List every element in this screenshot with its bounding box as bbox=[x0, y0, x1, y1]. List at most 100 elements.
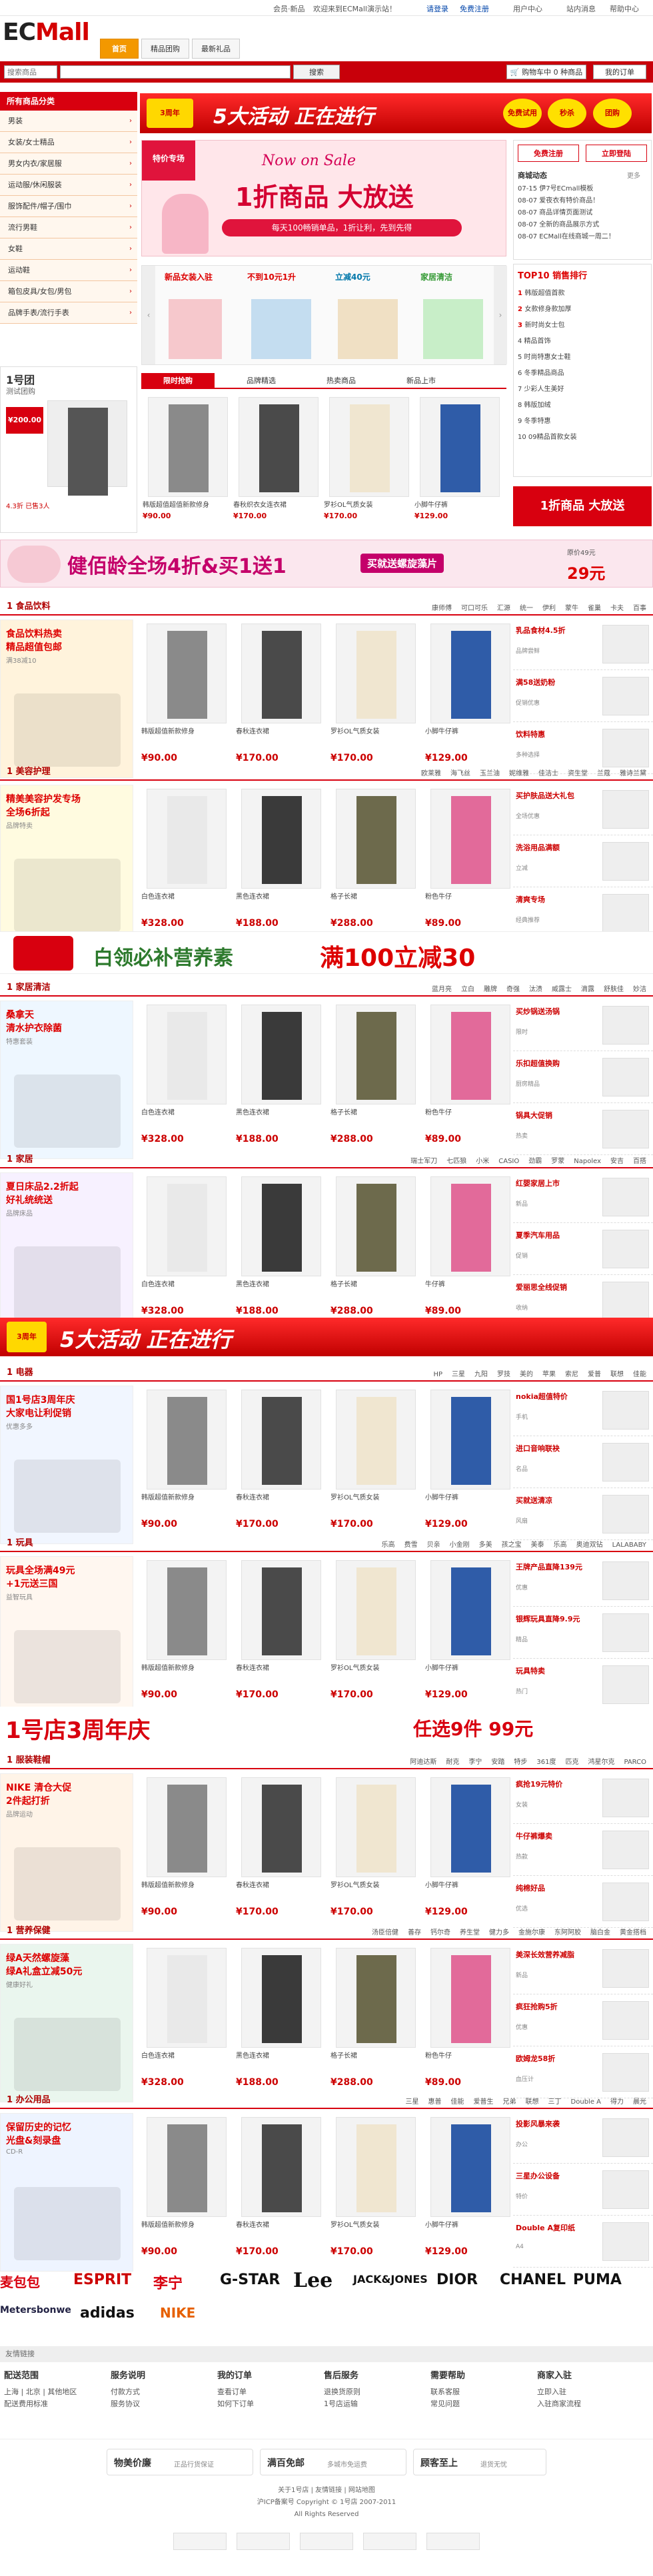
rank-item[interactable]: 9 冬季特惠 bbox=[518, 414, 577, 430]
product-card[interactable]: 罗衫OL气质女装 ¥170.00 bbox=[329, 1556, 424, 1715]
brand-link[interactable]: 361度 bbox=[536, 1759, 556, 1766]
product-card[interactable]: 罗衫OL气质女装 ¥170.00 bbox=[329, 1386, 424, 1544]
nav-tab-group[interactable]: 精品团购 bbox=[141, 39, 189, 59]
product-card[interactable]: 小脚牛仔裤 ¥129.00 bbox=[424, 1556, 518, 1715]
brand-link[interactable]: 安吉 bbox=[610, 1158, 624, 1165]
product-name[interactable]: 粉色牛仔 bbox=[425, 2052, 518, 2070]
rank-item[interactable]: 3 新时尚女士包 bbox=[518, 318, 577, 334]
brand-link[interactable]: 黄金搭档 bbox=[620, 1929, 646, 1936]
brand-link[interactable]: HP bbox=[433, 1371, 442, 1378]
brand-link[interactable]: 蒙牛 bbox=[565, 605, 578, 612]
side-promo[interactable]: 疯抢19元特价 女装 bbox=[513, 1773, 653, 1824]
brand-link[interactable]: 威露士 bbox=[552, 986, 572, 993]
brand-link[interactable]: 七匹狼 bbox=[446, 1158, 466, 1165]
section-promo[interactable]: 食品饮料热卖 精品超值包邮 满38减10 bbox=[0, 620, 133, 778]
product-card[interactable]: 白色连衣裙 ¥328.00 bbox=[140, 1001, 235, 1159]
category-item[interactable]: 男女内衣/家居服 › bbox=[0, 153, 137, 175]
brand-link[interactable]: 罗技 bbox=[497, 1371, 510, 1378]
brand-link[interactable]: LALABABY bbox=[612, 1541, 646, 1549]
brand-link[interactable]: 三丁 bbox=[548, 2098, 562, 2106]
category-item[interactable]: 女装/女士精品 › bbox=[0, 132, 137, 153]
brand-link[interactable]: 妙洁 bbox=[633, 986, 646, 993]
strip-item[interactable]: 立减40元 bbox=[335, 271, 370, 282]
brand-link[interactable]: 金施尔康 bbox=[518, 1929, 545, 1936]
product-name[interactable]: 韩版超值新款修身 bbox=[141, 1494, 235, 1512]
product-card[interactable]: 小脚牛仔裤 ¥129.00 bbox=[424, 1773, 518, 1932]
cart-button[interactable]: 🛒 购物车中 0 种商品 bbox=[506, 65, 586, 79]
product-card[interactable]: 格子长裙 ¥288.00 bbox=[329, 1172, 424, 1331]
brand-link[interactable]: 乐高 bbox=[382, 1541, 395, 1549]
brand-link[interactable]: 玉兰油 bbox=[480, 770, 500, 777]
trust-badge[interactable] bbox=[426, 2533, 480, 2550]
product-name[interactable]: 罗衫OL气质女装 bbox=[330, 1664, 424, 1683]
rank-item[interactable]: 2 女款修身款加厚 bbox=[518, 302, 577, 318]
user-center-link[interactable]: 用户中心 bbox=[513, 3, 542, 14]
section-promo[interactable]: 国1号店3周年庆 大家电让利促销 优惠多多 bbox=[0, 1386, 133, 1544]
product-name[interactable]: 韩版超值新款修身 bbox=[141, 727, 235, 746]
side-promo[interactable]: 进口音响联袂 名品 bbox=[513, 1438, 653, 1488]
product-card[interactable]: 韩版超值新款修身 ¥90.00 bbox=[140, 1386, 235, 1544]
footer-link[interactable]: 联系客服 bbox=[430, 2386, 465, 2398]
brand-link[interactable]: 罗蒙 bbox=[551, 1158, 564, 1165]
top-links[interactable]: 会员·新品 bbox=[273, 3, 305, 14]
brand-link[interactable]: 佳能 bbox=[451, 2098, 464, 2106]
search-input[interactable] bbox=[60, 65, 291, 79]
product-name[interactable]: 韩版超值新款修身 bbox=[141, 2221, 235, 2240]
help-link[interactable]: 帮助中心 bbox=[610, 3, 639, 14]
vitamin-banner[interactable]: 白领必补营养素 满100立减30 bbox=[0, 931, 653, 974]
brand-link[interactable]: 欧莱雅 bbox=[421, 770, 441, 777]
product-name[interactable]: 黑色连衣裙 bbox=[236, 1108, 329, 1127]
product-name[interactable]: 罗衫OL气质女装 bbox=[330, 1881, 424, 1900]
brand-link[interactable]: 钙尔奇 bbox=[430, 1929, 450, 1936]
product-card[interactable]: 罗衫OL气质女装 ¥170.00 bbox=[329, 2113, 424, 2272]
brand-link[interactable]: 奥迪双钻 bbox=[576, 1541, 603, 1549]
section-promo[interactable]: 精美美容护发专场 全场6折起 品牌特卖 bbox=[0, 785, 133, 943]
side-promo-banner[interactable]: 1折商品 大放送 bbox=[513, 486, 652, 526]
register-button[interactable]: 免费注册 bbox=[518, 145, 579, 162]
product-name[interactable]: 小脚牛仔裤 bbox=[425, 1881, 518, 1900]
product-card[interactable]: 韩版超值新款修身 ¥90.00 bbox=[140, 1556, 235, 1715]
tab-brand[interactable]: 品牌精选 bbox=[228, 373, 295, 389]
footer-nav[interactable]: 关于1号店 | 友情链接 | 网站地图 bbox=[0, 2485, 653, 2497]
brand-logo[interactable]: JACK&JONES bbox=[353, 2273, 428, 2286]
tab-flash-sale[interactable]: 限时抢购 bbox=[141, 373, 215, 389]
product-card[interactable]: 罗衫OL气质女装 ¥170.00 bbox=[323, 393, 417, 552]
category-item[interactable]: 女鞋 › bbox=[0, 238, 137, 260]
brand-link[interactable]: 特步 bbox=[514, 1759, 527, 1766]
footer-link[interactable]: 入驻商家流程 bbox=[537, 2398, 581, 2410]
brand-link[interactable]: 雕牌 bbox=[484, 986, 497, 993]
nav-tab-home[interactable]: 首页 bbox=[100, 39, 139, 59]
brand-link[interactable]: 百事 bbox=[633, 605, 646, 612]
brand-link[interactable]: 佳洁士 bbox=[538, 770, 558, 777]
brand-link[interactable]: 立白 bbox=[461, 986, 474, 993]
product-name[interactable]: 罗衫OL气质女装 bbox=[330, 1494, 424, 1512]
category-item[interactable]: 流行男鞋 › bbox=[0, 217, 137, 238]
side-promo[interactable]: 纯棉好品 优选 bbox=[513, 1877, 653, 1928]
product-name[interactable]: 韩版超值新款修身 bbox=[141, 1664, 235, 1683]
section-title[interactable]: 1 玩具 bbox=[0, 1536, 40, 1551]
category-item[interactable]: 箱包皮具/女包/男包 › bbox=[0, 281, 137, 302]
brand-link[interactable]: 阿迪达斯 bbox=[410, 1759, 436, 1766]
product-card[interactable]: 黑色连衣裙 ¥188.00 bbox=[235, 785, 329, 943]
product-name[interactable]: 春秋连衣裙 bbox=[236, 1881, 329, 1900]
product-card[interactable]: 白色连衣裙 ¥328.00 bbox=[140, 785, 235, 943]
side-promo[interactable]: 美深长效营养减脂 新品 bbox=[513, 1944, 653, 1994]
footer-link[interactable]: 上海 | 北京 | 其他地区 bbox=[4, 2386, 77, 2398]
footer-link[interactable]: 1号店运输 bbox=[324, 2398, 360, 2410]
brand-logo[interactable]: NIKE bbox=[160, 2305, 195, 2321]
side-promo[interactable]: Double A复印纸 A4 bbox=[513, 2217, 653, 2268]
tab-hot[interactable]: 热卖商品 bbox=[308, 373, 374, 389]
product-card[interactable]: 小脚牛仔裤 ¥129.00 bbox=[424, 1386, 518, 1544]
brand-link[interactable]: 资生堂 bbox=[568, 770, 588, 777]
brand-link[interactable]: 美泰 bbox=[531, 1541, 544, 1549]
side-promo[interactable]: 洗浴用品满额 立减 bbox=[513, 837, 653, 887]
brand-link[interactable]: 舒肤佳 bbox=[604, 986, 624, 993]
section-promo[interactable]: 绿A天然螺旋藻 绿A礼盒立减50元 健康好礼 bbox=[0, 1944, 133, 2102]
product-name[interactable]: 小脚牛仔裤 bbox=[425, 1664, 518, 1683]
product-name[interactable]: 罗衫OL气质女装 bbox=[330, 727, 424, 746]
brand-logo[interactable]: G-STAR bbox=[220, 2272, 280, 2288]
side-promo[interactable]: 满58送奶粉 促销优惠 bbox=[513, 671, 653, 722]
product-name[interactable]: 格子长裙 bbox=[330, 1108, 424, 1127]
brand-link[interactable]: 惠普 bbox=[428, 2098, 442, 2106]
product-card[interactable]: 罗衫OL气质女装 ¥170.00 bbox=[329, 1773, 424, 1932]
